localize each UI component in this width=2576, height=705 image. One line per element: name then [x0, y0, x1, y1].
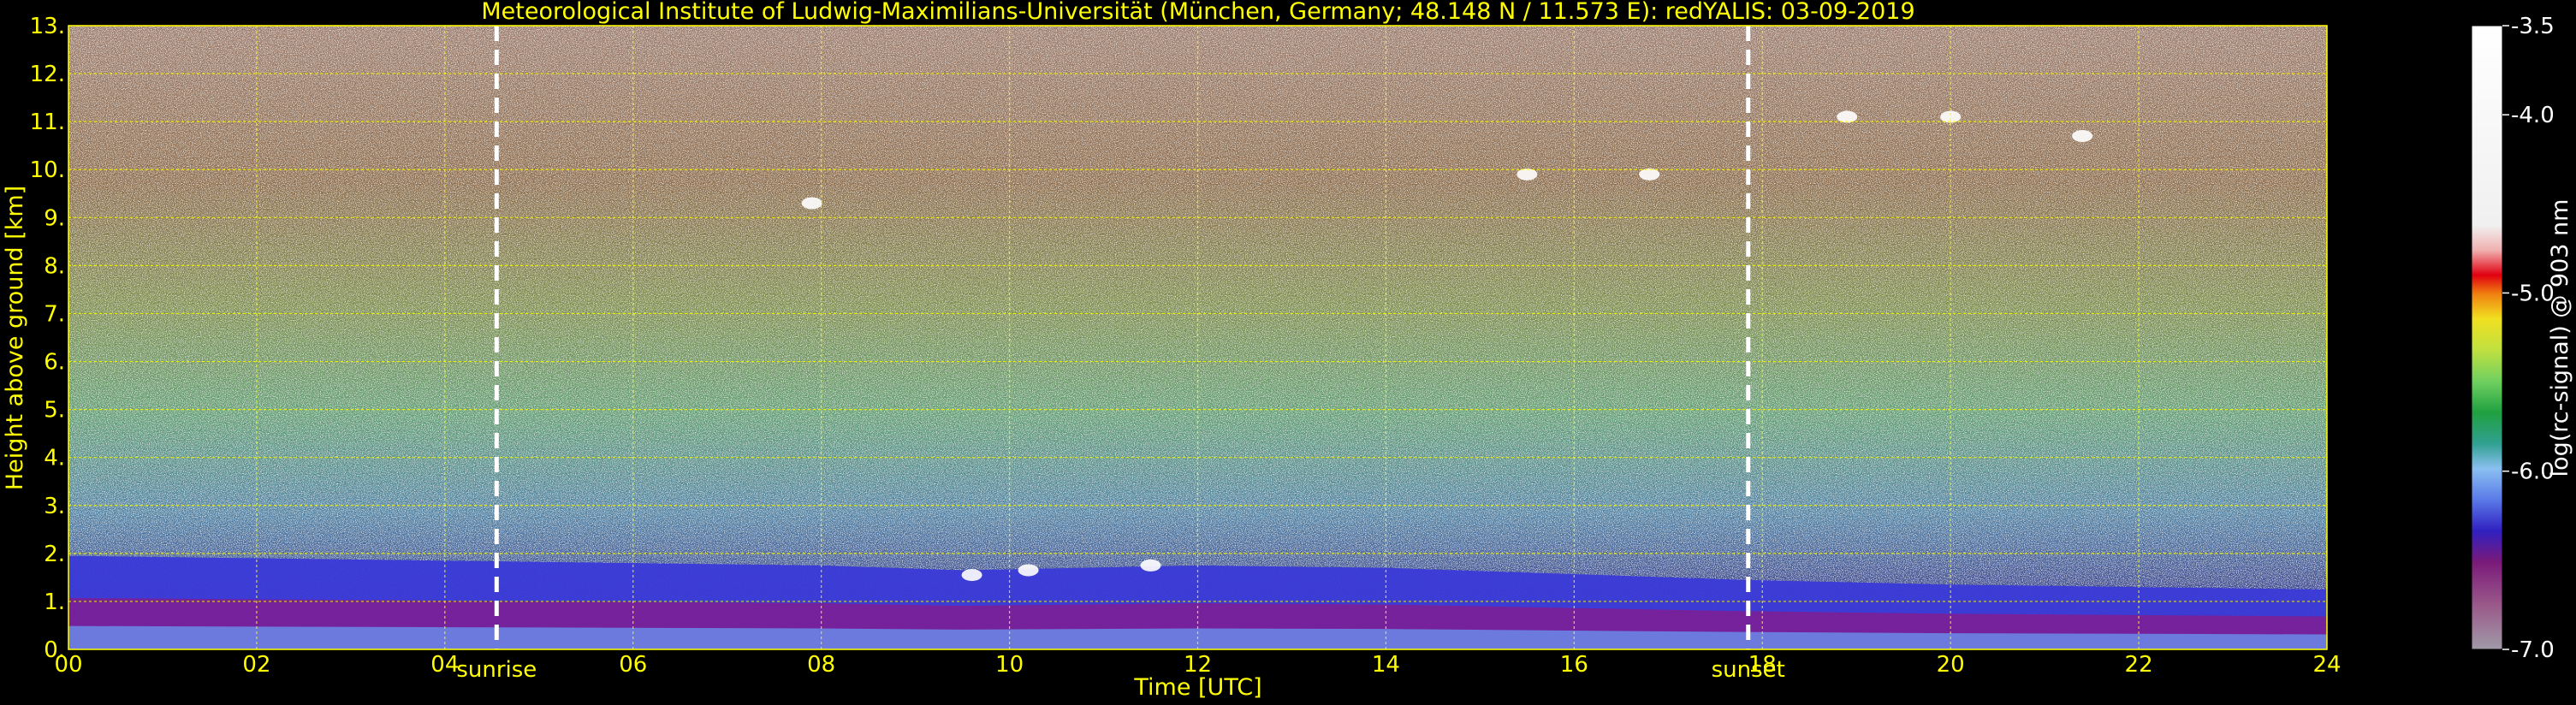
cloud-return	[1837, 110, 1858, 123]
x-tick-label: 22	[2125, 652, 2153, 678]
x-tick-label: 04	[430, 652, 459, 678]
y-tick-label: 5.	[44, 398, 65, 424]
x-tick-label: 16	[1560, 652, 1588, 678]
annotation-label: sunrise	[456, 657, 537, 683]
colorbar: -7.0-6.0-5.0-4.0-3.5 log(rc-signal) @ 90…	[2471, 14, 2573, 663]
colorbar-tick-label: -7.0	[2511, 637, 2555, 663]
y-tick-label: 10.	[30, 157, 65, 183]
y-tick-labels: 0. 1. 2. 3. 4. 5. 6. 7. 8. 9. 10. 11. 12. 13.	[30, 14, 65, 663]
x-tick-label: 10	[995, 652, 1024, 678]
y-tick-label: 9.	[44, 205, 65, 231]
y-tick-label: 8.	[44, 253, 65, 279]
y-tick-label: 3.	[44, 494, 65, 519]
x-tick-label: 20	[1937, 652, 1965, 678]
y-axis-label: Height above ground [km]	[2, 186, 28, 490]
y-tick-label: 12.	[30, 62, 65, 87]
cloud-return	[961, 569, 982, 582]
x-tick-label: 14	[1372, 652, 1400, 678]
chart-title: Meteorological Institute of Ludwig-Maxim…	[481, 0, 1914, 25]
y-tick-label: 6.	[44, 350, 65, 376]
x-tick-label: 02	[242, 652, 270, 678]
cloud-return	[1517, 168, 1538, 181]
cloud-return	[2072, 129, 2093, 142]
plot-area	[68, 26, 2327, 649]
y-tick-label: 13.	[30, 14, 65, 39]
cloud-return	[1140, 559, 1161, 572]
cloud-return	[1018, 564, 1039, 577]
y-tick-label: 7.	[44, 301, 65, 327]
colorbar-tick-label: -3.5	[2511, 14, 2555, 39]
cloud-return	[1639, 168, 1660, 181]
colorbar-label: log(rc-signal) @ 903 nm	[2547, 199, 2573, 477]
x-tick-label: 08	[807, 652, 835, 678]
lidar-quicklook-figure: 00 02 04 06 08 10 12 14 16 18 20 22 24 0.1.2.3.4.5.6…	[2, 0, 2573, 701]
annotation-label: sunset	[1712, 657, 1785, 683]
colorbar-gradient	[2472, 26, 2502, 649]
cloud-return	[1940, 110, 1962, 123]
x-tick-label: 06	[619, 652, 647, 678]
y-tick-label: 0.	[44, 637, 65, 663]
cloud-return	[801, 197, 822, 210]
colorbar-tick-label: -4.0	[2511, 103, 2555, 128]
x-tick-label: 24	[2312, 652, 2341, 678]
x-axis-label: Time [UTC]	[1133, 674, 1261, 701]
y-tick-label: 1.	[44, 589, 65, 615]
y-tick-label: 2.	[44, 542, 65, 567]
y-tick-label: 4.	[44, 446, 65, 471]
y-tick-label: 11.	[30, 110, 65, 135]
